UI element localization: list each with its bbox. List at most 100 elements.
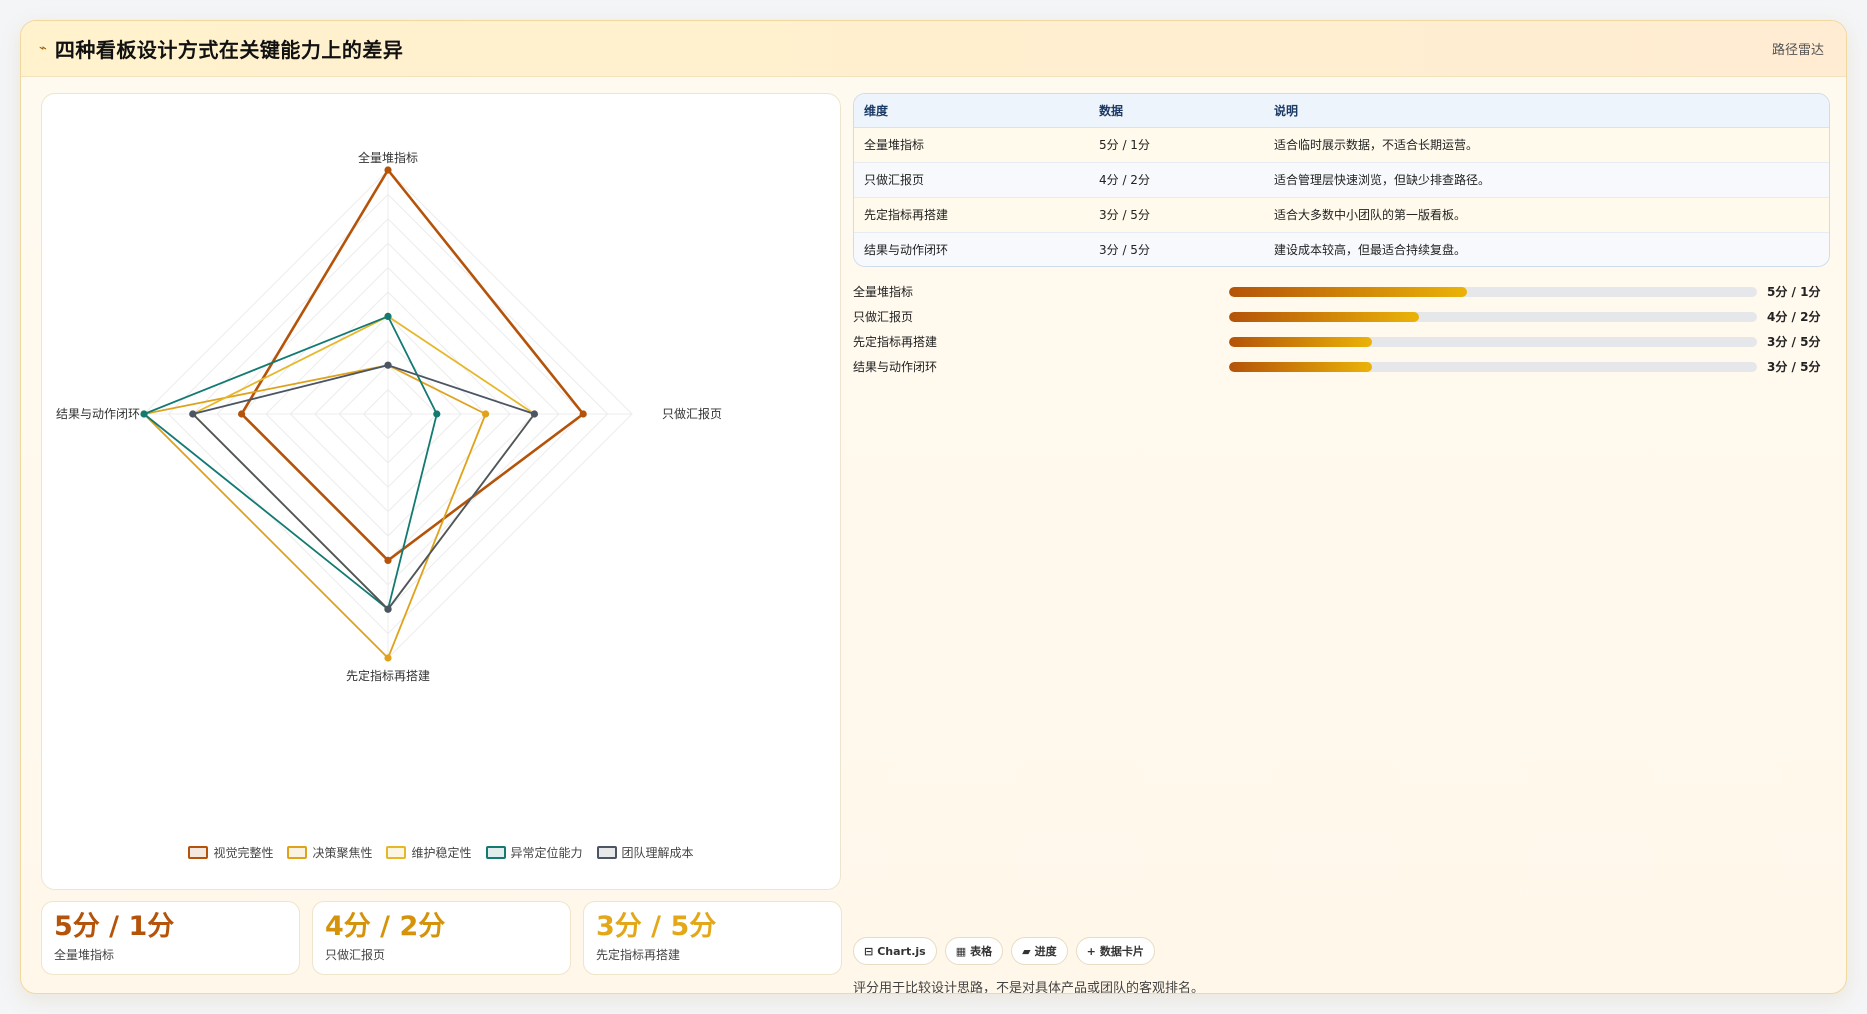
radar-data-point — [384, 556, 392, 564]
progress-label: 先定指标再搭建 — [853, 335, 938, 349]
cell-note: 适合管理层快速浏览，但缺少排查路径。 — [1264, 162, 1829, 198]
table-row: 只做汇报页 4分 / 2分 适合管理层快速浏览，但缺少排查路径。 — [854, 162, 1829, 198]
kpi-value: 4分 / 2分 — [325, 911, 446, 942]
view-tag[interactable]: 路径雷达 — [1772, 39, 1824, 58]
radar-axis-label: 只做汇报页 — [662, 406, 722, 421]
feature-chips: ⊟ Chart.js ▦ 表格 ▰ 进度 + 数据卡片 — [853, 937, 1155, 965]
chip-label: 表格 — [970, 945, 993, 958]
legend-swatch — [188, 846, 209, 859]
progress-row: 只做汇报页 4分 / 2分 — [853, 304, 1843, 329]
progress-track — [1229, 336, 1757, 347]
cell-data: 4分 / 2分 — [1089, 162, 1264, 198]
title-group: ⌁ 四种看板设计方式在关键能力上的差异 — [39, 34, 403, 63]
radar-data-point — [384, 312, 392, 320]
legend-label: 异常定位能力 — [510, 846, 583, 860]
cell-note: 适合临时展示数据，不适合长期运营。 — [1264, 127, 1829, 163]
cell-data: 3分 / 5分 — [1089, 197, 1264, 233]
cell-data: 3分 / 5分 — [1089, 232, 1264, 266]
page-title: 四种看板设计方式在关键能力上的差异 — [54, 38, 404, 62]
col-header-dimension: 维度 — [854, 94, 1089, 128]
kpi-card: 5分 / 1分全量堆指标 — [41, 901, 300, 975]
trend-icon: ⌁ — [39, 41, 47, 56]
col-header-data: 数据 — [1089, 94, 1264, 128]
progress-value: 5分 / 1分 — [1767, 285, 1821, 299]
radar-data-point — [530, 410, 538, 418]
chip-label: 进度 — [1034, 945, 1057, 958]
cell-dimension: 全量堆指标 — [854, 127, 1089, 163]
progress-track — [1229, 361, 1757, 372]
kpi-label: 只做汇报页 — [325, 948, 386, 962]
radar-data-point — [384, 361, 392, 369]
cell-dimension: 只做汇报页 — [854, 162, 1089, 198]
legend-label: 视觉完整性 — [213, 846, 274, 860]
col-header-note: 说明 — [1264, 94, 1829, 128]
legend-swatch — [485, 846, 506, 859]
progress-track — [1229, 286, 1757, 297]
legend-label: 决策聚焦性 — [312, 846, 373, 860]
legend-item[interactable]: 团队理解成本 — [596, 844, 694, 861]
table-header-row: 维度 数据 说明 — [854, 94, 1829, 128]
progress-label: 只做汇报页 — [853, 310, 914, 324]
progress-fill — [1229, 336, 1372, 347]
feature-chip[interactable]: ⊟ Chart.js — [853, 937, 937, 965]
legend-item[interactable]: 视觉完整性 — [188, 844, 273, 861]
progress-value: 3分 / 5分 — [1767, 360, 1821, 374]
chart-legend: 视觉完整性 决策聚焦性 维护稳定性 异常定位能力 团队理解成本 — [42, 844, 840, 861]
radar-chart-panel: 全量堆指标 只做汇报页 先定指标再搭建 结果与动作闭环 视觉完整性 决策聚焦性 维护稳定性… — [41, 93, 841, 890]
radar-data-point — [433, 410, 441, 418]
card-header: ⌁ 四种看板设计方式在关键能力上的差异 路径雷达 — [21, 21, 1846, 77]
legend-label: 团队理解成本 — [621, 846, 694, 860]
progress-row: 全量堆指标 5分 / 1分 — [853, 279, 1843, 304]
progress-fill — [1229, 311, 1420, 322]
kpi-card: 3分 / 5分先定指标再搭建 — [583, 901, 842, 975]
legend-swatch — [596, 846, 617, 859]
kpi-value: 5分 / 1分 — [54, 911, 175, 942]
radar-data-point — [384, 166, 392, 174]
progress-row: 结果与动作闭环 3分 / 5分 — [853, 354, 1843, 379]
progress-fill — [1229, 286, 1467, 297]
kpi-label: 先定指标再搭建 — [596, 948, 681, 962]
progress-list: 全量堆指标 5分 / 1分 只做汇报页 4分 / 2分 先定指标再搭建 3分 / 5分 结果… — [853, 279, 1843, 379]
feature-chip[interactable]: ▰ 进度 — [1011, 937, 1068, 965]
radar-data-point — [384, 654, 392, 662]
progress-value: 3分 / 5分 — [1767, 335, 1821, 349]
progress-track — [1229, 311, 1757, 322]
grid-icon: ▦ — [955, 944, 967, 958]
kpi-value: 3分 / 5分 — [596, 911, 717, 942]
radar-chart: 全量堆指标只做汇报页先定指标再搭建 结果与动作闭环 — [56, 150, 722, 683]
progress-fill — [1229, 361, 1372, 372]
cell-data: 5分 / 1分 — [1089, 127, 1264, 163]
radar-axis-label: 全量堆指标 — [358, 150, 418, 165]
feature-chip[interactable]: ▦ 表格 — [944, 937, 1004, 965]
progress-label: 全量堆指标 — [853, 285, 914, 299]
progress-value: 4分 / 2分 — [1767, 310, 1821, 324]
kpi-cards: 5分 / 1分 全量堆指标 4分 / 2分 只做汇报页 3分 / 5分 先定指标再搭建 — [41, 901, 842, 975]
legend-item[interactable]: 决策聚焦性 — [287, 844, 372, 861]
cell-note: 适合大多数中小团队的第一版看板。 — [1264, 197, 1829, 233]
legend-item[interactable]: 维护稳定性 — [386, 844, 472, 861]
chip-label: Chart.js — [877, 944, 926, 958]
progress-icon: ▰ — [1022, 944, 1031, 958]
feature-chip[interactable]: + 数据卡片 — [1075, 937, 1155, 965]
plus-icon: + — [1086, 944, 1096, 958]
radar-axis-label: 结果与动作闭环 — [56, 407, 140, 421]
radar-data-point — [238, 410, 246, 418]
kpi-label: 全量堆指标 — [54, 948, 115, 962]
chip-label: 数据卡片 — [1099, 945, 1144, 958]
kpi-card: 4分 / 2分只做汇报页 — [312, 901, 571, 975]
cell-dimension: 结果与动作闭环 — [854, 232, 1089, 266]
table-row: 结果与动作闭环 3分 / 5分 建设成本较高，但最适合持续复盘。 — [854, 232, 1829, 266]
table-row: 全量堆指标 5分 / 1分 适合临时展示数据，不适合长期运营。 — [854, 127, 1829, 163]
dashboard-card: ⌁ 四种看板设计方式在关键能力上的差异 路径雷达 全量堆指标 只做汇报页 先定指标再… — [20, 20, 1847, 994]
legend-swatch — [287, 846, 308, 859]
progress-label: 结果与动作闭环 — [853, 360, 938, 374]
table-icon: ⊟ — [864, 944, 874, 958]
radar-data-point — [482, 410, 490, 418]
legend-item[interactable]: 异常定位能力 — [485, 844, 583, 861]
progress-row: 先定指标再搭建 3分 / 5分 — [853, 329, 1843, 354]
radar-data-point — [579, 410, 587, 418]
cell-dimension: 先定指标再搭建 — [854, 197, 1089, 233]
score-table: 维度 数据 说明 全量堆指标 5分 / 1分 适合临时展示数据，不适合长期运营。… — [853, 93, 1830, 267]
legend-label: 维护稳定性 — [411, 846, 472, 860]
radar-data-point — [140, 410, 148, 418]
